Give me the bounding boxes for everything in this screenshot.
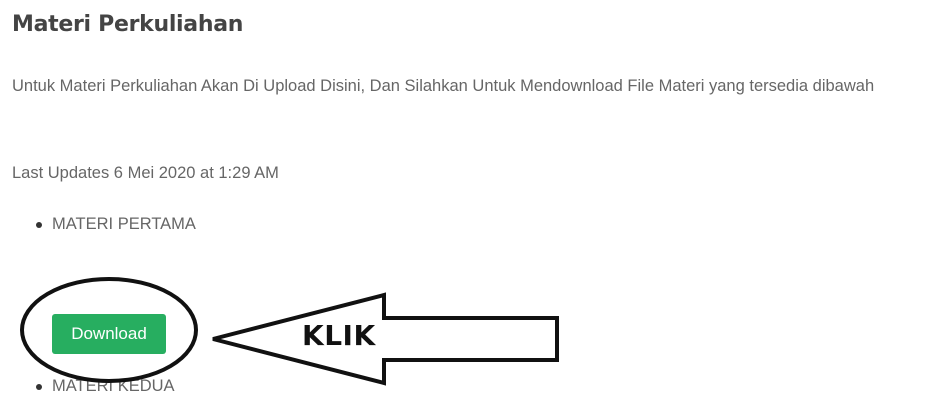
bullet-icon <box>36 221 42 228</box>
intro-text: Untuk Materi Perkuliahan Akan Di Upload … <box>12 77 875 95</box>
list-item-label: MATERI KEDUA <box>52 377 175 395</box>
page-title: Materi Perkuliahan <box>12 12 244 37</box>
annotation-label: KLIK <box>302 319 376 352</box>
list-item-label: MATERI PERTAMA <box>52 215 196 233</box>
last-updated-text: Last Updates 6 Mei 2020 at 1:29 AM <box>12 164 279 182</box>
list-item-materi-pertama: MATERI PERTAMA <box>36 215 196 234</box>
bullet-icon <box>36 383 42 390</box>
list-item-materi-kedua: MATERI KEDUA <box>36 377 175 396</box>
download-button[interactable]: Download <box>52 314 166 354</box>
arrow-left-icon <box>212 292 559 386</box>
